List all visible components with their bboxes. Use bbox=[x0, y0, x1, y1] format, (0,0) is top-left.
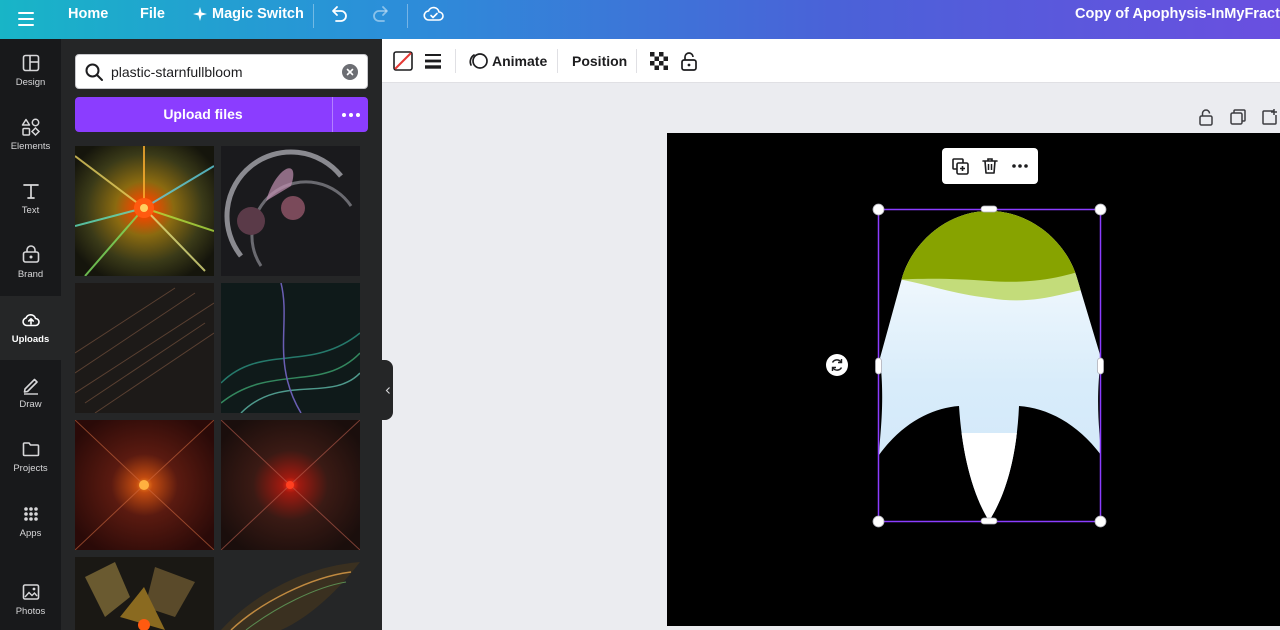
resize-handle bbox=[875, 357, 882, 375]
duplicate-icon[interactable] bbox=[950, 156, 970, 176]
rotate-icon bbox=[831, 359, 843, 371]
resize-handle bbox=[1097, 357, 1104, 375]
resize-handle bbox=[1094, 203, 1107, 216]
resize-handle bbox=[872, 515, 885, 528]
rotate-handle[interactable] bbox=[826, 354, 848, 376]
resize-handle bbox=[872, 203, 885, 216]
trash-icon[interactable] bbox=[980, 156, 1000, 176]
resize-handle bbox=[980, 205, 998, 213]
resize-handle bbox=[1094, 515, 1107, 528]
selection-frame bbox=[872, 203, 1107, 528]
more-options-icon[interactable] bbox=[1010, 156, 1030, 176]
resize-handle bbox=[980, 517, 998, 525]
element-context-menu bbox=[942, 148, 1038, 184]
